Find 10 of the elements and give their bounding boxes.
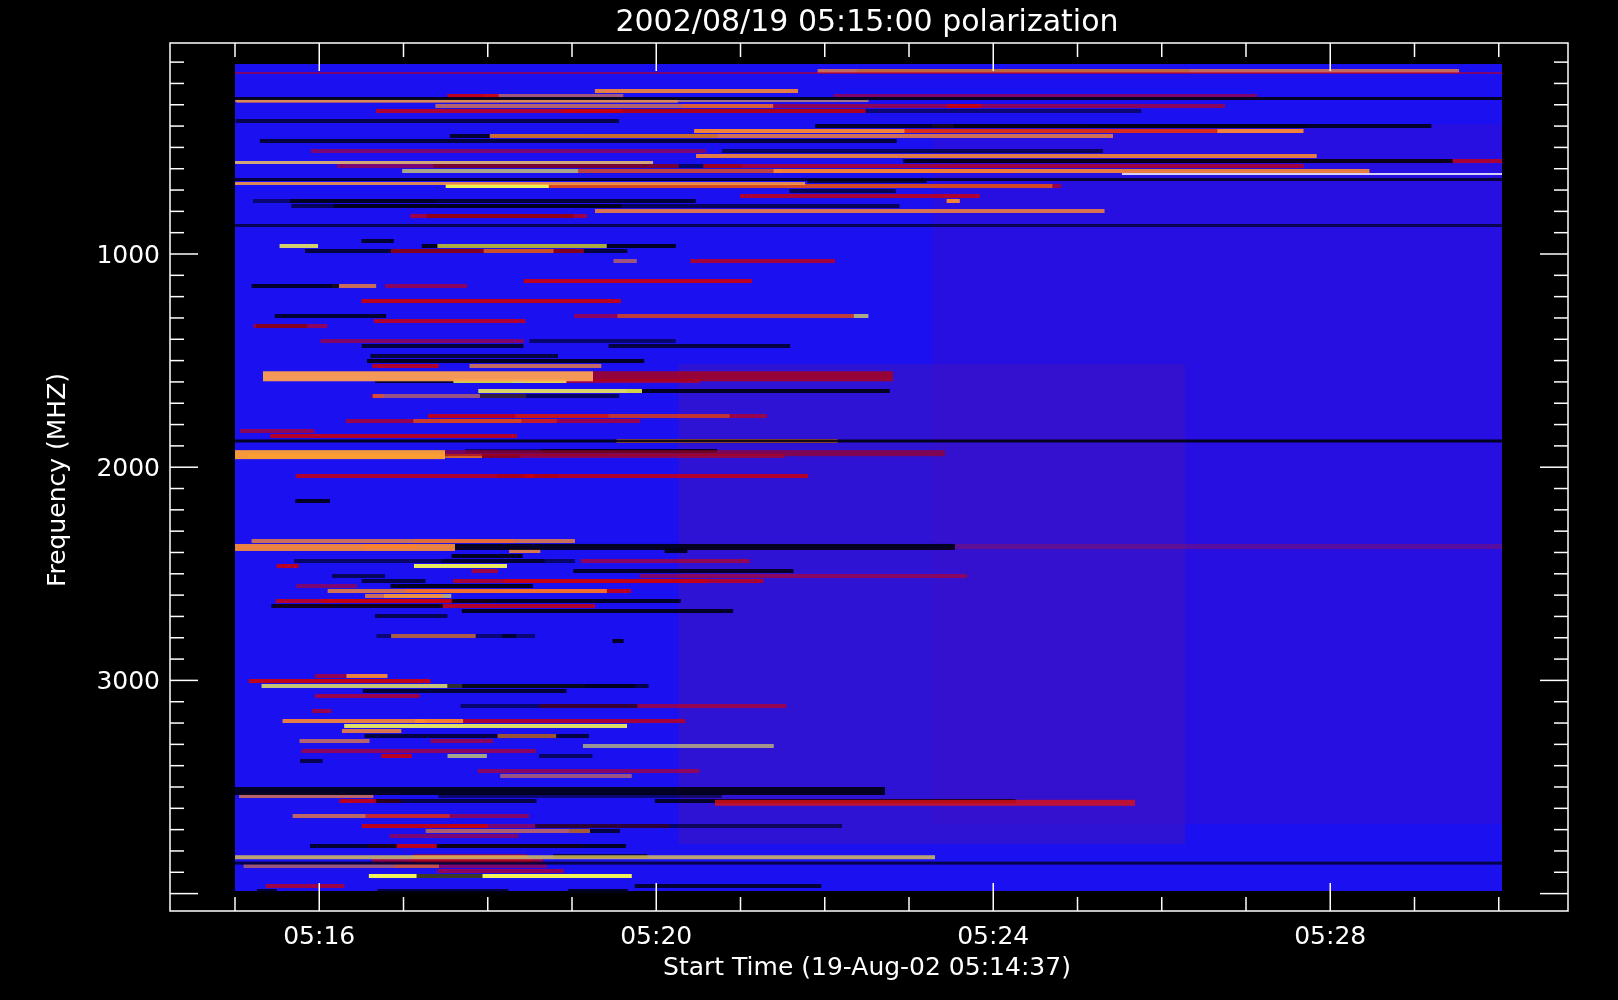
axis-label: Start Time (19-Aug-02 05:14:37) bbox=[663, 952, 1071, 981]
tick-label: 3000 bbox=[96, 666, 160, 696]
tick-label: 05:28 bbox=[1294, 921, 1367, 950]
axis-label: Frequency (MHZ) bbox=[42, 372, 71, 588]
tick-label: 05:16 bbox=[283, 921, 356, 950]
tick-label: 05:24 bbox=[957, 921, 1030, 950]
tick-label: 2000 bbox=[96, 453, 160, 483]
tick-label: 05:20 bbox=[620, 921, 693, 950]
tick-label: 1000 bbox=[96, 240, 160, 269]
plot-title: 2002/08/19 05:15:00 polarization bbox=[615, 3, 1119, 38]
